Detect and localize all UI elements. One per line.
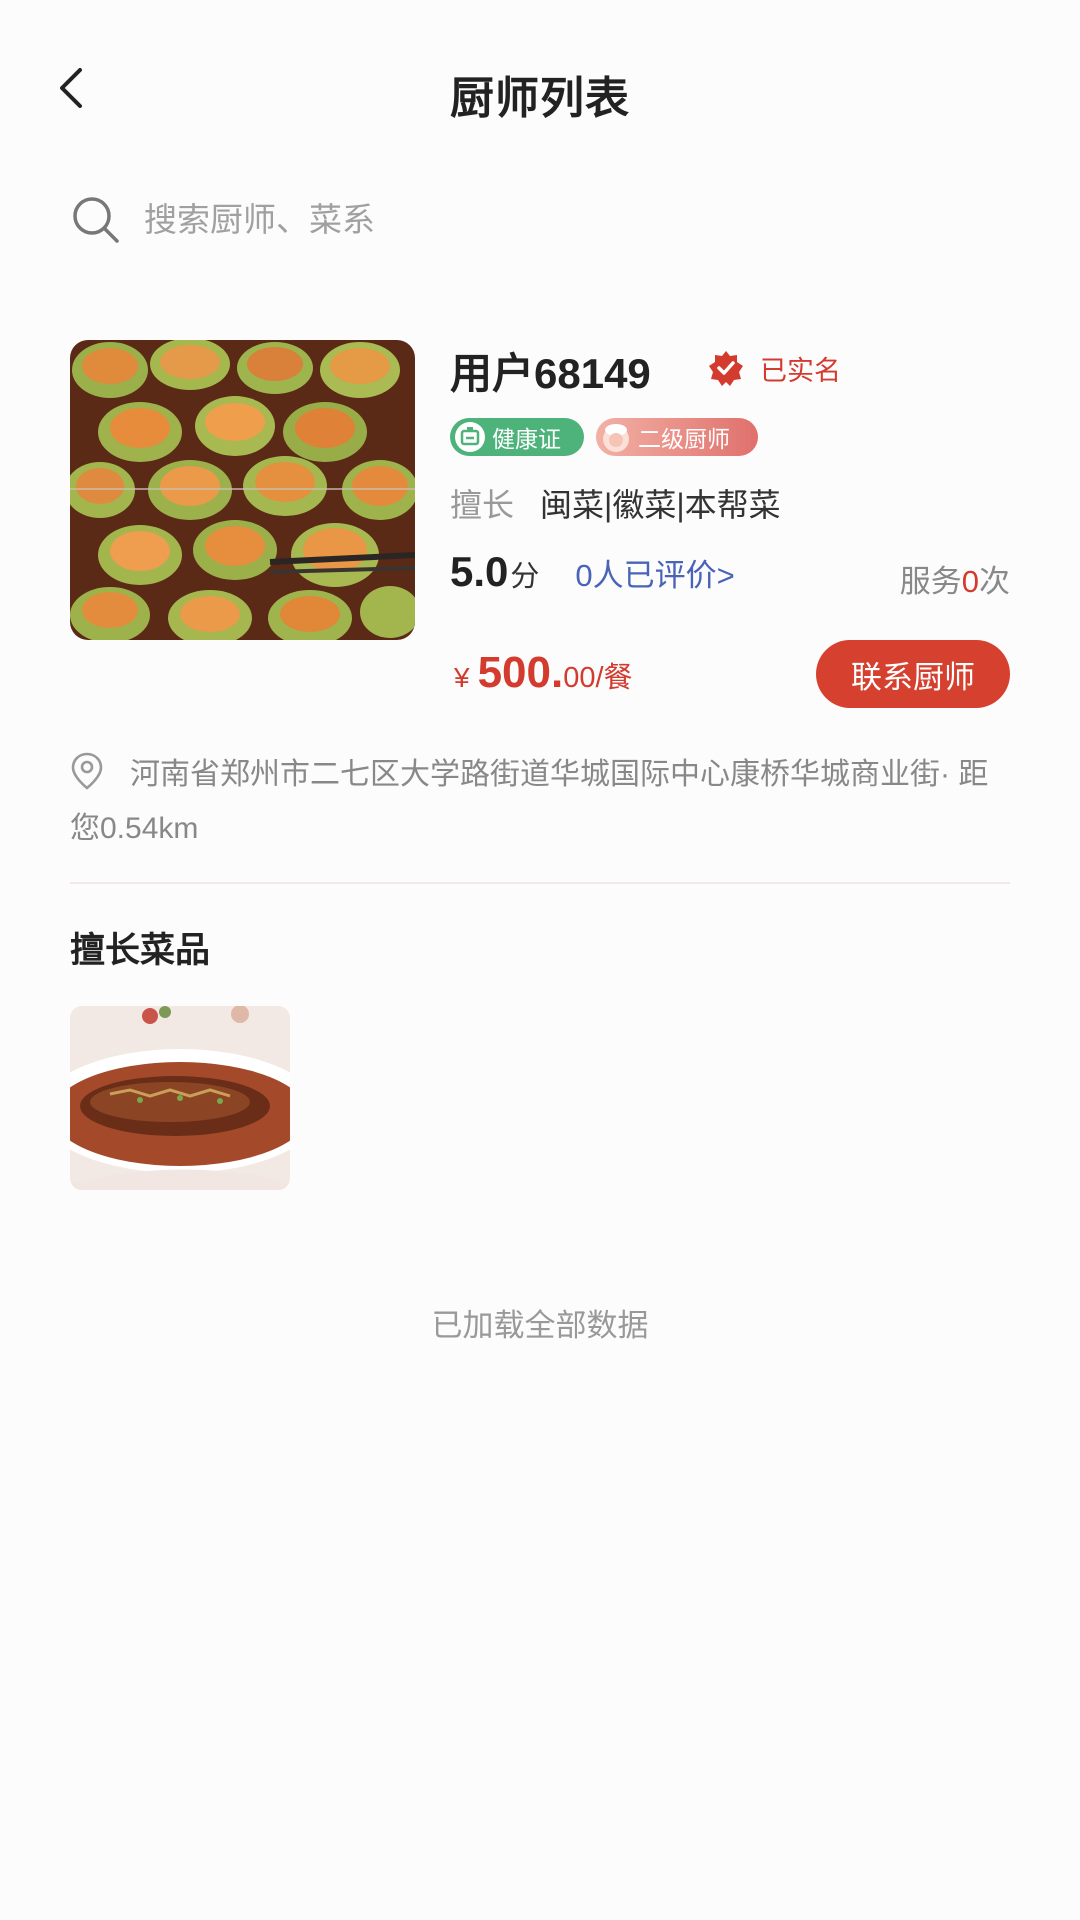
search-input[interactable] [144, 201, 844, 239]
badge-list: 健康证 二级厨师 [450, 418, 758, 456]
price-suffix: 00/餐 [563, 662, 633, 694]
braised-fish-image [70, 1006, 290, 1190]
chef-photo[interactable] [70, 340, 415, 640]
dish-thumbnail[interactable] [70, 1006, 290, 1190]
address: 河南省郑州市二七区大学路街道华城国际中心康桥华城商业街· 距您0.54km [70, 748, 1010, 856]
verified-badge-icon [709, 351, 743, 386]
chef-level-icon [603, 424, 629, 452]
search-bar[interactable] [70, 190, 970, 250]
price-integer: 500. [477, 648, 564, 697]
service-count-value: 0 [961, 564, 979, 599]
verified-status: 已实名 [706, 348, 841, 388]
service-suffix: 次 [979, 564, 1010, 599]
chef-list-page: 厨师列表 搜索厨师、菜系 用户68149 已实名 健康证 二级厨师 擅长 闽菜|… [0, 0, 1080, 1920]
health-cert-label: 健康证 [492, 426, 561, 452]
score-unit: 分 [510, 561, 540, 593]
header: 厨师列表 [0, 0, 1080, 180]
search-icon [73, 197, 119, 243]
location-pin-icon [71, 752, 103, 790]
chef-name: 用户68149 [450, 350, 651, 397]
load-complete-text: 已加载全部数据 [431, 1308, 649, 1343]
chef-level-label: 二级厨师 [638, 426, 730, 452]
price-currency: ¥ [454, 662, 470, 693]
price: ¥ 500. 00/餐 [454, 648, 633, 698]
page-title: 厨师列表 [450, 74, 630, 123]
specialty-label: 擅长 [450, 487, 515, 523]
score-value: 5.0 [450, 548, 509, 595]
verified-label: 已实名 [760, 355, 841, 386]
stuffed-peppers-image [70, 340, 415, 640]
rating: 5.0 分 0人已评价> [450, 548, 735, 596]
dishes-section-title: 擅长菜品 [70, 931, 211, 970]
reviews-link[interactable]: 0人已评价> [575, 550, 734, 595]
service-prefix: 服务 [899, 564, 962, 599]
contact-chef-button[interactable]: 联系厨师 [816, 640, 1010, 708]
service-count: 服务0次 [900, 556, 1010, 601]
health-cert-icon [455, 422, 485, 452]
chef-level-badge: 二级厨师 [596, 418, 758, 456]
divider [70, 882, 1010, 884]
specialty: 擅长 闽菜|徽菜|本帮菜 [450, 480, 781, 526]
health-cert-badge: 健康证 [450, 418, 584, 456]
specialty-value: 闽菜|徽菜|本帮菜 [540, 487, 781, 523]
address-text: 河南省郑州市二七区大学路街道华城国际中心康桥华城商业街· 距您0.54km [70, 758, 989, 845]
